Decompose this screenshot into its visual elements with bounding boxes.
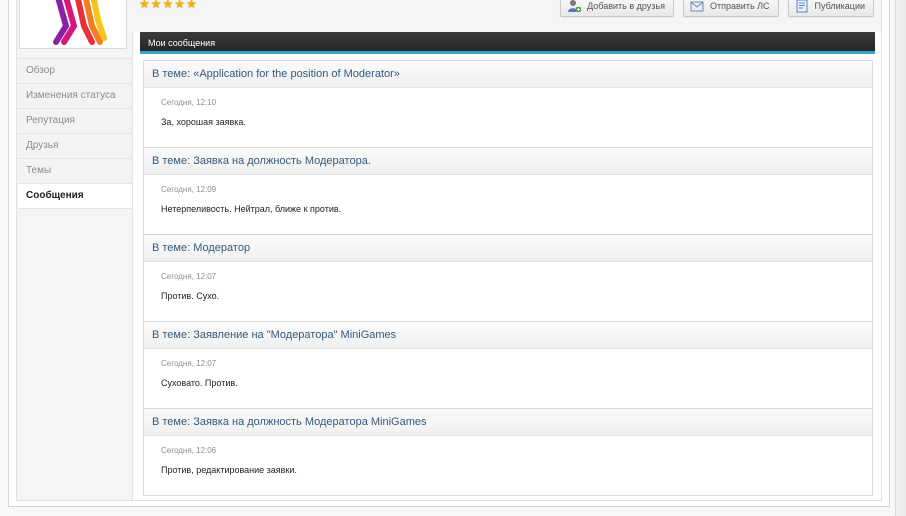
publications-button[interactable]: Публикации bbox=[787, 0, 874, 17]
main-content: Мои сообщения В теме: «Application for t… bbox=[132, 32, 881, 500]
post-topic-link[interactable]: В теме: «Application for the position of… bbox=[144, 61, 872, 88]
page-scrollbar[interactable] bbox=[895, 0, 906, 516]
rating-stars: ★ ★ ★ ★ ★ bbox=[139, 0, 197, 11]
document-icon bbox=[796, 0, 808, 13]
add-friend-icon bbox=[568, 0, 582, 12]
star-icon: ★ bbox=[186, 0, 197, 11]
post-item: В теме: Заявление на "Модератора" MiniGa… bbox=[144, 322, 872, 409]
mail-icon bbox=[690, 1, 704, 12]
post-date: Сегодня, 12:07 bbox=[161, 359, 217, 368]
avatar[interactable] bbox=[19, 0, 127, 49]
post-body: Сегодня, 12:07 Суховато. Против. bbox=[144, 349, 872, 408]
post-item: В теме: «Application for the position of… bbox=[144, 61, 872, 148]
post-date: Сегодня, 12:10 bbox=[161, 98, 217, 107]
star-icon: ★ bbox=[174, 0, 186, 11]
post-body: Сегодня, 12:06 Против, редактирование за… bbox=[144, 436, 872, 495]
star-icon: ★ bbox=[139, 0, 150, 11]
section-header: Мои сообщения bbox=[140, 32, 875, 54]
add-friend-button[interactable]: Добавить в друзья bbox=[560, 0, 674, 17]
post-item: В теме: Модератор Сегодня, 12:07 Против.… bbox=[144, 235, 872, 322]
post-text: Против, редактирование заявки. bbox=[161, 465, 297, 475]
post-body: Сегодня, 12:10 За, хорошая заявка. bbox=[144, 88, 872, 147]
post-text: Против. Сухо. bbox=[161, 291, 220, 301]
add-friend-label: Добавить в друзья bbox=[587, 1, 665, 11]
post-item: В теме: Заявка на должность Модератора M… bbox=[144, 409, 872, 495]
sidebar-item-reputation[interactable]: Репутация bbox=[18, 109, 132, 134]
post-body: Сегодня, 12:09 Нетерпеливость. Нейтрал, … bbox=[144, 175, 872, 234]
post-date: Сегодня, 12:06 bbox=[161, 446, 217, 455]
post-body: Сегодня, 12:07 Против. Сухо. bbox=[144, 262, 872, 321]
post-text: За, хорошая заявка. bbox=[161, 117, 246, 127]
star-icon: ★ bbox=[162, 0, 174, 11]
post-topic-link[interactable]: В теме: Заявка на должность Модератора. bbox=[144, 148, 872, 175]
post-item: В теме: Заявка на должность Модератора. … bbox=[144, 148, 872, 235]
post-topic-link[interactable]: В теме: Заявление на "Модератора" MiniGa… bbox=[144, 322, 872, 349]
avatar-image bbox=[53, 0, 107, 45]
profile-actions: Добавить в друзья Отправить ЛС Публикаци… bbox=[560, 0, 874, 17]
post-text: Суховато. Против. bbox=[161, 378, 238, 388]
post-text: Нетерпеливость. Нейтрал, ближе к против. bbox=[161, 204, 342, 214]
send-message-button[interactable]: Отправить ЛС bbox=[683, 0, 779, 17]
sidebar-item-overview[interactable]: Обзор bbox=[18, 59, 132, 84]
sidebar-item-messages[interactable]: Сообщения bbox=[18, 184, 141, 209]
post-date: Сегодня, 12:07 bbox=[161, 272, 217, 281]
sidebar-item-topics[interactable]: Темы bbox=[18, 159, 132, 184]
sidebar-item-status-changes[interactable]: Изменения статуса bbox=[18, 84, 132, 109]
send-message-label: Отправить ЛС bbox=[710, 1, 770, 11]
post-topic-link[interactable]: В теме: Заявка на должность Модератора M… bbox=[144, 409, 872, 436]
publications-label: Публикации bbox=[814, 1, 865, 11]
star-icon: ★ bbox=[150, 0, 162, 11]
post-date: Сегодня, 12:09 bbox=[161, 185, 217, 194]
post-topic-link[interactable]: В теме: Модератор bbox=[144, 235, 872, 262]
posts-list: В теме: «Application for the position of… bbox=[143, 60, 873, 496]
profile-sidebar-nav: Обзор Изменения статуса Репутация Друзья… bbox=[18, 58, 141, 209]
sidebar-item-friends[interactable]: Друзья bbox=[18, 134, 132, 159]
